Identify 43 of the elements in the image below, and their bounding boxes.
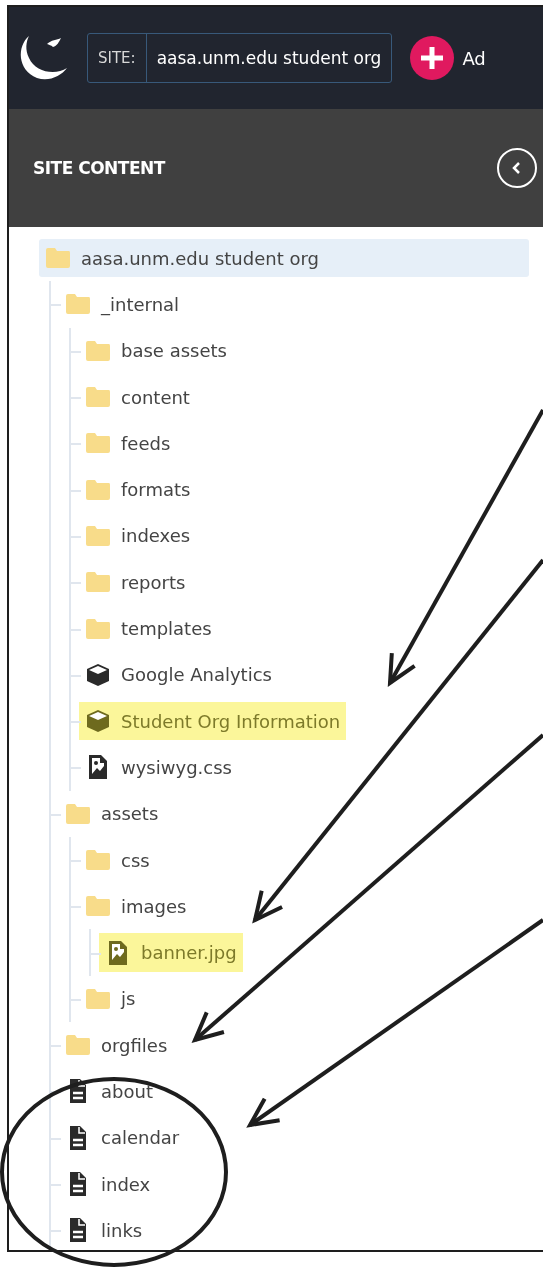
folder-icon [85,850,111,870]
tree-item[interactable]: base assets [79,331,233,370]
folder-icon [85,896,111,917]
add-button[interactable]: Ad [410,36,486,80]
tree-item[interactable]: assets [59,794,165,833]
panel-title: SITE CONTENT [33,158,165,178]
folder-icon [65,1035,91,1056]
cube-icon [85,709,111,734]
tree-item[interactable]: wysiwyg.css [79,748,238,787]
plus-icon [410,36,455,80]
tree-item[interactable]: Google Analytics [79,655,278,694]
tree-item[interactable]: indexes [79,516,197,556]
collapse-button[interactable] [497,148,537,188]
folder-icon [85,340,111,361]
tree-item[interactable]: images [79,887,193,926]
tree-item[interactable]: formats [79,470,197,509]
folder-icon [65,294,91,315]
tree-item[interactable]: js [79,979,142,1019]
tree-item[interactable]: about [59,1072,159,1111]
tree-item[interactable]: Student Org Information [79,701,347,741]
tree-item[interactable]: banner.jpg [99,933,243,972]
tree-item[interactable]: css [79,840,156,880]
tree-item[interactable]: calendar [59,1118,186,1157]
tree-item[interactable]: orgfiles [59,1026,174,1065]
tree-item[interactable]: index [59,1164,157,1204]
tree-item[interactable]: feeds [79,424,177,463]
folder-icon [65,803,91,824]
tree-item[interactable]: reports [79,563,192,602]
tree-item[interactable]: templates [79,609,218,648]
folder-icon [85,618,111,639]
tree-item[interactable]: content [79,377,196,417]
folder-icon [85,433,111,454]
folder-icon [85,988,111,1009]
tree-item[interactable]: aasa.unm.edu student org [39,239,529,278]
folder-icon [85,572,111,593]
folder-icon [85,479,111,500]
folder-icon [85,387,111,408]
folder-icon [45,248,71,269]
tree-item[interactable]: links [59,1211,149,1250]
site-selector[interactable]: SITE: aasa.unm.edu student org [87,33,393,83]
tree-item[interactable]: _internal [59,285,186,324]
folder-icon [85,525,111,546]
cube-icon [85,662,111,687]
